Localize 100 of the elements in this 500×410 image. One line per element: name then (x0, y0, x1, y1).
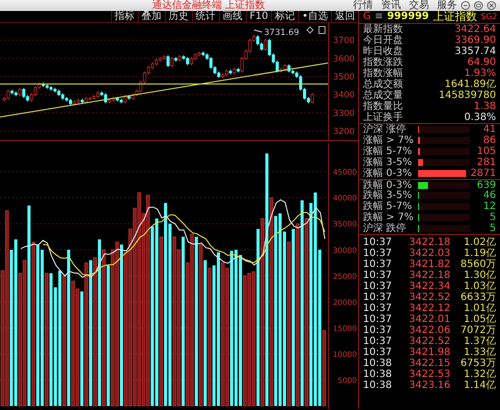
breadth-count: 5 (490, 223, 496, 234)
tick-time: 10:38 (363, 358, 393, 369)
restore-icon[interactable] (474, 1, 483, 10)
breadth-label: 沪深 涨停 (363, 124, 408, 135)
tick-volume: 6753万 (460, 358, 496, 369)
breadth-count: 281 (476, 157, 496, 168)
tick-price: 3422.12 (409, 303, 452, 314)
tick-time: 10:37 (363, 248, 393, 259)
tick-volume: 1.14亿 (464, 380, 496, 391)
stat-value: 145839780 (438, 90, 496, 101)
tick-price: 3421.82 (409, 259, 452, 270)
tick-price: 3422.52 (409, 336, 452, 347)
tick-price: 3422.15 (409, 358, 452, 369)
stat-label: 总成交额 (363, 79, 403, 90)
breadth-count: 86 (483, 135, 496, 146)
toolbar-button[interactable]: •自选 (298, 11, 331, 22)
tick-time: 10:37 (363, 314, 393, 325)
window-icon[interactable] (318, 26, 326, 34)
peak-label: 3731.69 (264, 28, 300, 38)
stat-label: 指数涨幅 (363, 68, 403, 79)
axis-label: 3400 (333, 90, 355, 101)
tick-volume: 1.32亿 (464, 369, 496, 380)
minimize-icon[interactable] (461, 1, 470, 10)
stat-value: 3369.90 (454, 35, 496, 46)
breadth-count: 5 (490, 212, 496, 223)
tick-time: 10:37 (363, 259, 393, 270)
stat-value: 1.93% (464, 68, 496, 79)
breadth-count: 12 (483, 201, 496, 212)
axis-label: 3700 (333, 36, 355, 46)
menu-icon[interactable]: ≡ (374, 11, 384, 23)
stock-name: 上证指数 (432, 11, 477, 23)
tick-volume: 1.33亿 (464, 347, 496, 358)
tick-volume: 1.37亿 (464, 336, 496, 347)
stat-value: 0.38% (464, 112, 496, 123)
breadth-label: 跌幅 5-7% (363, 201, 414, 212)
tick-time: 10:37 (363, 270, 393, 281)
breadth-count: 2871 (470, 168, 496, 179)
tick-time: 10:37 (363, 336, 393, 347)
breadth-label: 跌幅 > 7% (363, 212, 415, 223)
tick-volume: 1.19亿 (464, 248, 496, 259)
tick-volume: 1.02亿 (464, 237, 496, 248)
tick-time: 10:38 (363, 369, 393, 380)
axis-label: 3300 (333, 108, 355, 119)
close-icon[interactable] (487, 1, 496, 10)
axis-label: 3200 (333, 127, 355, 138)
breadth-label: 涨幅 0-3% (363, 168, 414, 179)
stat-value: 1.38 (474, 101, 496, 112)
tick-volume: 7072万 (460, 325, 496, 336)
stock-code: 999999 (387, 11, 429, 23)
tick-time: 10:37 (363, 281, 393, 292)
tick-volume: 1.05亿 (464, 314, 496, 325)
breadth-label: 跌幅 0-3% (363, 180, 414, 190)
stat-label: 最新指数 (363, 24, 403, 35)
tick-price: 3422.01 (409, 314, 452, 325)
axis-label: 3500 (333, 72, 355, 83)
breadth-label: 涨幅 5-7% (363, 146, 414, 157)
stat-value: 1641.89亿 (444, 79, 496, 90)
tick-time: 10:37 (363, 325, 393, 336)
tick-volume: 1.01亿 (464, 303, 496, 314)
tick-price: 3421.98 (409, 347, 452, 358)
stat-label: 指数量比 (363, 101, 403, 112)
stat-value: 3422.64 (454, 24, 496, 35)
window-title: 通达信金融终端 上证指数 (152, 0, 266, 11)
menu-item[interactable]: 资讯 (381, 0, 401, 11)
tick-price: 3422.18 (409, 237, 452, 248)
stat-label: 上证换手 (363, 112, 403, 123)
tick-price: 3422.52 (409, 292, 452, 303)
tick-price: 3422.18 (409, 270, 452, 281)
breadth-label: 涨幅 3-5% (363, 157, 414, 168)
menu-item[interactable]: 行情 (353, 0, 373, 11)
tick-time: 10:37 (363, 292, 393, 303)
leader-line (254, 30, 262, 32)
tick-time: 10:38 (363, 380, 393, 391)
stat-label: 总成交量 (363, 90, 403, 101)
breadth-count: 639 (476, 180, 496, 190)
axis-label: 3600 (333, 54, 355, 64)
stat-label: 指数涨跌 (363, 57, 403, 68)
tick-price: 3422.34 (409, 281, 452, 292)
tick-volume: 1.03亿 (464, 281, 496, 292)
tick-time: 10:37 (363, 303, 393, 314)
tick-time: 10:37 (363, 237, 393, 248)
tick-price: 3422.06 (409, 325, 452, 336)
tick-price: 3423.16 (409, 380, 452, 391)
breadth-label: 涨幅 > 7% (363, 135, 415, 146)
tick-volume: 1.30亿 (464, 270, 496, 281)
breadth-count: 41 (483, 124, 496, 135)
stat-label: 昨日收盘 (363, 46, 403, 57)
tick-time: 10:37 (363, 347, 393, 358)
breadth-count: 105 (476, 146, 496, 157)
market-label: G (363, 11, 371, 23)
stat-value: 3357.74 (454, 46, 496, 57)
tick-price: 3422.03 (409, 248, 452, 259)
tick-price: 3422.53 (409, 369, 452, 380)
tick-volume: 6633万 (460, 292, 496, 303)
stat-value: 64.90 (467, 57, 496, 68)
stat-label: 今日开盘 (363, 35, 403, 46)
diamond-icon[interactable] (306, 26, 314, 34)
breadth-count: 46 (483, 190, 496, 201)
menu-item[interactable]: 服务 (437, 0, 457, 11)
breadth-label: 跌幅 3-5% (363, 190, 414, 201)
